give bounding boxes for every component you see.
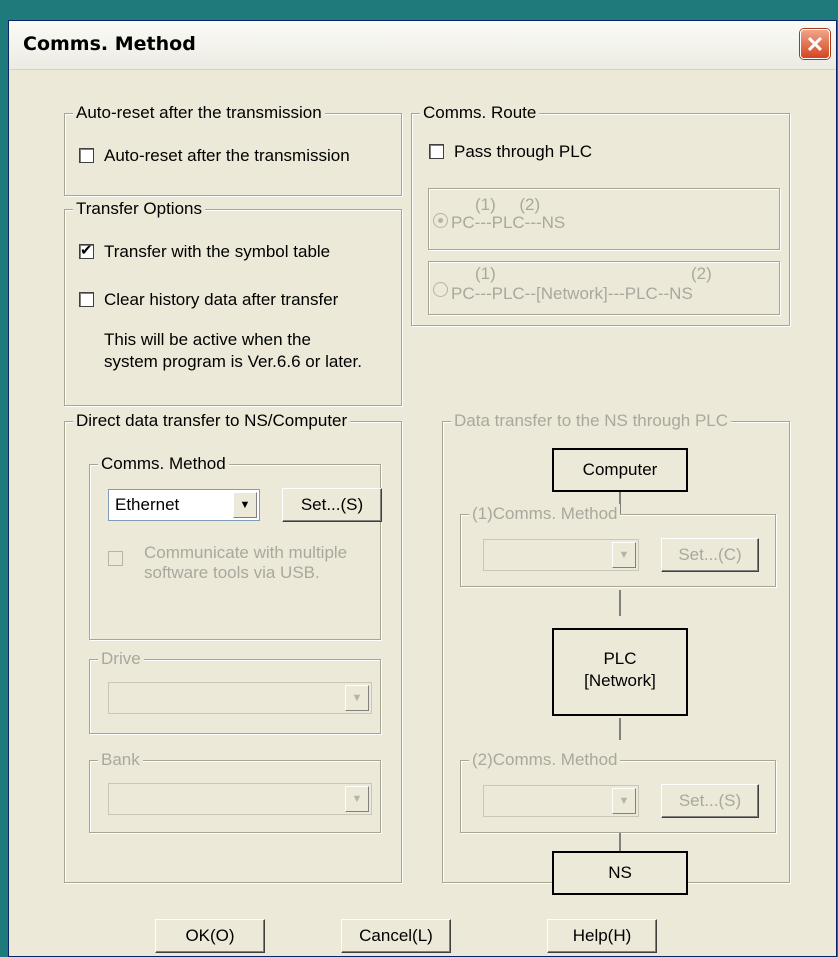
auto-reset-checkbox[interactable] xyxy=(79,148,94,163)
comms-method-value: Ethernet xyxy=(115,495,180,514)
route2-index2: (2) xyxy=(691,264,712,283)
route1-option[interactable]: (1) (2) PC---PLC---NS xyxy=(428,188,780,250)
comms-set-button[interactable]: Set...(S) xyxy=(282,488,382,522)
bank-legend: Bank xyxy=(98,750,143,770)
connector-line xyxy=(619,590,621,616)
auto-reset-legend: Auto-reset after the transmission xyxy=(73,103,325,123)
method2-legend: (2)Comms. Method xyxy=(469,750,621,770)
cancel-button[interactable]: Cancel(L) xyxy=(341,919,451,953)
route1-path: PC---PLC---NS xyxy=(451,213,566,232)
route2-option[interactable]: (1) (2) PC---PLC--[Network]---PLC--NS xyxy=(428,261,780,315)
help-button[interactable]: Help(H) xyxy=(547,919,657,953)
dropdown-arrow-icon[interactable]: ▼ xyxy=(233,492,257,518)
transfer-options-group: Transfer Options Transfer with the symbo… xyxy=(64,199,402,406)
usb-label-line2: software tools via USB. xyxy=(144,563,320,582)
method1-select[interactable]: ▼ xyxy=(483,539,639,571)
pass-through-checkbox-row[interactable]: Pass through PLC xyxy=(429,142,592,162)
method2-group: (2)Comms. Method ▼ Set...(S) xyxy=(460,750,776,833)
connector-line xyxy=(619,718,621,740)
usb-checkbox[interactable] xyxy=(108,551,123,566)
comms-route-group: Comms. Route Pass through PLC (1) (2) PC… xyxy=(411,103,790,326)
method2-select[interactable]: ▼ xyxy=(483,785,639,817)
transfer-options-legend: Transfer Options xyxy=(73,199,205,219)
network-label: [Network] xyxy=(584,671,656,690)
symbol-table-label: Transfer with the symbol table xyxy=(104,242,331,261)
auto-reset-checkbox-row[interactable]: Auto-reset after the transmission xyxy=(79,146,350,166)
dropdown-arrow-icon[interactable]: ▼ xyxy=(345,685,369,711)
drive-legend: Drive xyxy=(98,649,144,669)
direct-comms-method-legend: Comms. Method xyxy=(98,454,229,474)
auto-reset-label: Auto-reset after the transmission xyxy=(104,146,350,165)
computer-box: Computer xyxy=(552,448,688,492)
symbol-table-checkbox[interactable] xyxy=(79,241,94,261)
through-plc-legend: Data transfer to the NS through PLC xyxy=(451,411,732,431)
dropdown-arrow-icon[interactable]: ▼ xyxy=(612,788,636,814)
clear-history-checkbox-row[interactable]: Clear history data after transfer xyxy=(79,290,338,310)
window-title: Comms. Method xyxy=(23,33,196,55)
method2-set-button[interactable]: Set...(S) xyxy=(661,784,759,818)
route2-index1: (1) xyxy=(475,264,496,283)
direct-transfer-legend: Direct data transfer to NS/Computer xyxy=(73,411,351,431)
method1-set-button[interactable]: Set...(C) xyxy=(661,538,759,572)
comms-route-legend: Comms. Route xyxy=(420,103,540,123)
route1-radio[interactable] xyxy=(433,213,448,228)
clear-history-label: Clear history data after transfer xyxy=(104,290,339,309)
route2-radio[interactable] xyxy=(433,282,448,297)
pass-through-checkbox[interactable] xyxy=(429,144,444,159)
connector-line xyxy=(619,833,621,851)
bank-select[interactable]: ▼ xyxy=(108,783,372,815)
comms-method-select[interactable]: Ethernet ▼ xyxy=(108,489,260,521)
dropdown-arrow-icon[interactable]: ▼ xyxy=(345,786,369,812)
drive-group: Drive ▼ xyxy=(89,649,381,734)
ns-box: NS xyxy=(552,851,688,895)
method1-legend: (1)Comms. Method xyxy=(469,504,621,524)
usb-checkbox-row[interactable] xyxy=(108,549,133,569)
version-note-line1: This will be active when the xyxy=(104,330,311,349)
bank-group: Bank ▼ xyxy=(89,750,381,833)
clear-history-checkbox[interactable] xyxy=(79,292,94,307)
dropdown-arrow-icon[interactable]: ▼ xyxy=(612,542,636,568)
direct-comms-method-group: Comms. Method Ethernet ▼ Set...(S) Commu… xyxy=(89,454,382,640)
through-plc-group: Data transfer to the NS through PLC Comp… xyxy=(442,411,790,895)
close-icon[interactable]: ✕ xyxy=(800,29,830,59)
usb-label-line1: Communicate with multiple xyxy=(144,543,348,562)
auto-reset-group: Auto-reset after the transmission Auto-r… xyxy=(64,103,402,196)
direct-transfer-group: Direct data transfer to NS/Computer Comm… xyxy=(64,411,402,883)
method1-group: (1)Comms. Method ▼ Set...(C) xyxy=(460,504,776,587)
ok-button[interactable]: OK(O) xyxy=(155,919,265,953)
title-bar[interactable]: Comms. Method ✕ xyxy=(9,21,836,70)
plc-network-box: PLC [Network] xyxy=(552,628,688,716)
drive-select[interactable]: ▼ xyxy=(108,682,372,714)
pass-through-label: Pass through PLC xyxy=(454,142,592,161)
comms-method-dialog: Comms. Method ✕ Auto-reset after the tra… xyxy=(8,20,837,957)
route1-indices: (1) (2) xyxy=(475,195,541,214)
route2-path: PC---PLC--[Network]---PLC--NS xyxy=(451,284,693,303)
version-note-line2: system program is Ver.6.6 or later. xyxy=(104,352,362,371)
plc-label: PLC xyxy=(603,649,637,668)
symbol-table-checkbox-row[interactable]: Transfer with the symbol table xyxy=(79,241,331,262)
